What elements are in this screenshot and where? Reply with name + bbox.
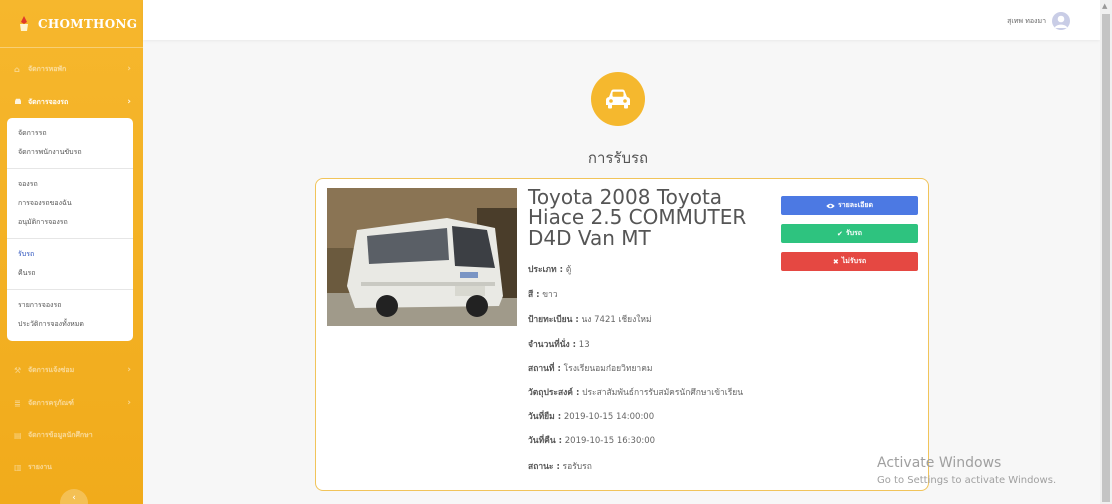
submenu-item-booking-list[interactable]: รายการจองรถ	[7, 296, 133, 315]
detail-status: สถานะ : รอรับรถ	[528, 459, 592, 473]
menu-item-label: จัดการครุภัณฑ์	[28, 398, 74, 407]
menu-item-label: จัดการแจ้งซ่อม	[28, 365, 75, 374]
car-icon	[14, 98, 24, 107]
detail-label: วันที่คืน :	[528, 436, 563, 446]
id-card-icon: ▤	[14, 430, 22, 440]
detail-value: ตู้	[565, 265, 572, 275]
avatar[interactable]	[1052, 12, 1070, 30]
menu-item-dormitory[interactable]: ⌂ จัดการหอพัก ›	[0, 52, 143, 86]
submenu-item-manage-cars[interactable]: จัดการรถ	[7, 124, 133, 143]
eye-icon	[826, 203, 835, 208]
wrench-icon: ⚒	[14, 365, 22, 375]
detail-value: โรงเรียนอมก๋อยวิทยาคม	[563, 364, 653, 374]
detail-value: ประสาสัมพันธ์การรับสมัครนักศึกษาเข้าเรีย…	[582, 388, 744, 398]
user-name[interactable]: สุเทพ ทองมา	[1007, 16, 1046, 27]
divider	[7, 168, 133, 169]
brand-name: CHOMTHONG	[38, 16, 138, 31]
detail-label: สถานะ :	[528, 462, 560, 472]
check-icon: ✔	[836, 229, 843, 238]
menu-item-repair[interactable]: ⚒ จัดการแจ้งซ่อม ›	[0, 353, 143, 387]
menu-item-car-booking[interactable]: จัดการจองรถ ›	[0, 85, 143, 119]
detail-label: วัตถุประสงค์ :	[528, 388, 580, 398]
receive-car-button[interactable]: ✔ รับรถ	[781, 224, 918, 243]
scrollbar-thumb[interactable]	[1102, 14, 1110, 502]
watermark-subtitle: Go to Settings to activate Windows.	[877, 475, 1057, 486]
detail-value: 2019-10-15 16:30:00	[564, 436, 656, 446]
logo-icon	[20, 16, 28, 31]
chevron-right-icon: ›	[127, 97, 131, 107]
detail-label: ป้ายทะเบียน :	[528, 315, 579, 325]
close-icon: ✖	[832, 257, 839, 266]
detail-value: รอรับรถ	[562, 462, 592, 472]
menu-item-reports[interactable]: ▥ รายงาน	[0, 450, 143, 484]
submenu-item-my-bookings[interactable]: การจองรถของฉัน	[7, 194, 133, 213]
submenu-item-book-car[interactable]: จองรถ	[7, 175, 133, 194]
detail-label: ประเภท :	[528, 265, 563, 275]
reject-car-button[interactable]: ✖ ไม่รับรถ	[781, 252, 918, 271]
chevron-right-icon: ›	[127, 365, 131, 375]
reject-button-label: ไม่รับรถ	[841, 257, 867, 265]
menu-item-label: รายงาน	[28, 462, 52, 471]
car-name: Toyota 2008 Toyota Hiace 2.5 COMMUTER D4…	[528, 185, 747, 250]
detail-value: 13	[578, 340, 590, 350]
sidebar: CHOMTHONG ⌂ จัดการหอพัก › จัดการจองรถ › …	[0, 0, 143, 504]
submenu-item-receive-car[interactable]: รับรถ	[7, 245, 133, 264]
detail-color: สี : ขาว	[528, 287, 558, 301]
detail-value: 2019-10-15 14:00:00	[563, 412, 655, 422]
sidebar-toggle-button[interactable]: ‹	[60, 489, 88, 504]
detail-borrow-date: วันที่ยืม : 2019-10-15 14:00:00	[528, 409, 654, 423]
submenu-item-booking-history[interactable]: ประวัติการจองทั้งหมด	[7, 315, 133, 334]
detail-label: วันที่ยืม :	[528, 412, 562, 422]
detail-seats: จำนวนที่นั่ง : 13	[528, 337, 590, 351]
detail-label: สี :	[528, 290, 540, 300]
scroll-up-icon[interactable]: ▲	[1102, 2, 1107, 10]
detail-value: ขาว	[542, 290, 558, 300]
scrollbar[interactable]: ▲	[1100, 0, 1112, 504]
divider	[7, 289, 133, 290]
divider	[7, 238, 133, 239]
submenu-item-return-car[interactable]: คืนรถ	[7, 264, 133, 283]
detail-purpose: วัตถุประสงค์ : ประสาสัมพันธ์การรับสมัครน…	[528, 385, 743, 399]
chevron-left-icon: ‹	[72, 493, 76, 503]
page-title: การรับรถ	[587, 149, 649, 167]
list-icon: ≣	[14, 398, 21, 408]
submenu-item-approve-bookings[interactable]: อนุมัติการจองรถ	[7, 213, 133, 232]
chevron-right-icon: ›	[127, 398, 131, 408]
detail-label: จำนวนที่นั่ง :	[528, 340, 577, 350]
detail-location: สถานที่ : โรงเรียนอมก๋อยวิทยาคม	[528, 361, 653, 375]
detail-label: สถานที่ :	[528, 364, 561, 374]
detail-value: นง 7421 เชียงใหม่	[581, 315, 652, 325]
receive-button-label: รับรถ	[845, 229, 863, 237]
detail-button[interactable]: รายละเอียด	[781, 196, 918, 215]
chevron-right-icon: ›	[127, 64, 131, 74]
car-icon	[606, 89, 630, 109]
car-booking-submenu: จัดการรถ จัดการพนักงานขับรถ จองรถ การจอง…	[7, 118, 133, 341]
car-photo	[327, 188, 517, 326]
topbar: สุเทพ ทองมา	[143, 0, 1100, 40]
menu-item-equipment[interactable]: ≣ จัดการครุภัณฑ์ ›	[0, 386, 143, 420]
detail-button-label: รายละเอียด	[837, 201, 874, 209]
menu-item-students[interactable]: ▤ จัดการข้อมูลนักศึกษา	[0, 418, 143, 452]
detail-return-date: วันที่คืน : 2019-10-15 16:30:00	[528, 433, 655, 447]
page-car-icon-badge	[591, 72, 645, 126]
home-icon: ⌂	[14, 64, 20, 74]
brand[interactable]: CHOMTHONG	[0, 0, 143, 48]
menu-item-label: จัดการข้อมูลนักศึกษา	[28, 430, 93, 439]
detail-type: ประเภท : ตู้	[528, 262, 571, 276]
watermark-title: Activate Windows	[877, 455, 1002, 471]
menu-item-label: จัดการหอพัก	[28, 64, 67, 73]
submenu-item-manage-drivers[interactable]: จัดการพนักงานขับรถ	[7, 143, 133, 162]
detail-license-plate: ป้ายทะเบียน : นง 7421 เชียงใหม่	[528, 312, 652, 326]
chart-icon: ▥	[14, 462, 22, 472]
menu-item-label: จัดการจองรถ	[28, 97, 69, 106]
windows-activation-watermark: Activate Windows Go to Settings to activ…	[877, 455, 1056, 486]
